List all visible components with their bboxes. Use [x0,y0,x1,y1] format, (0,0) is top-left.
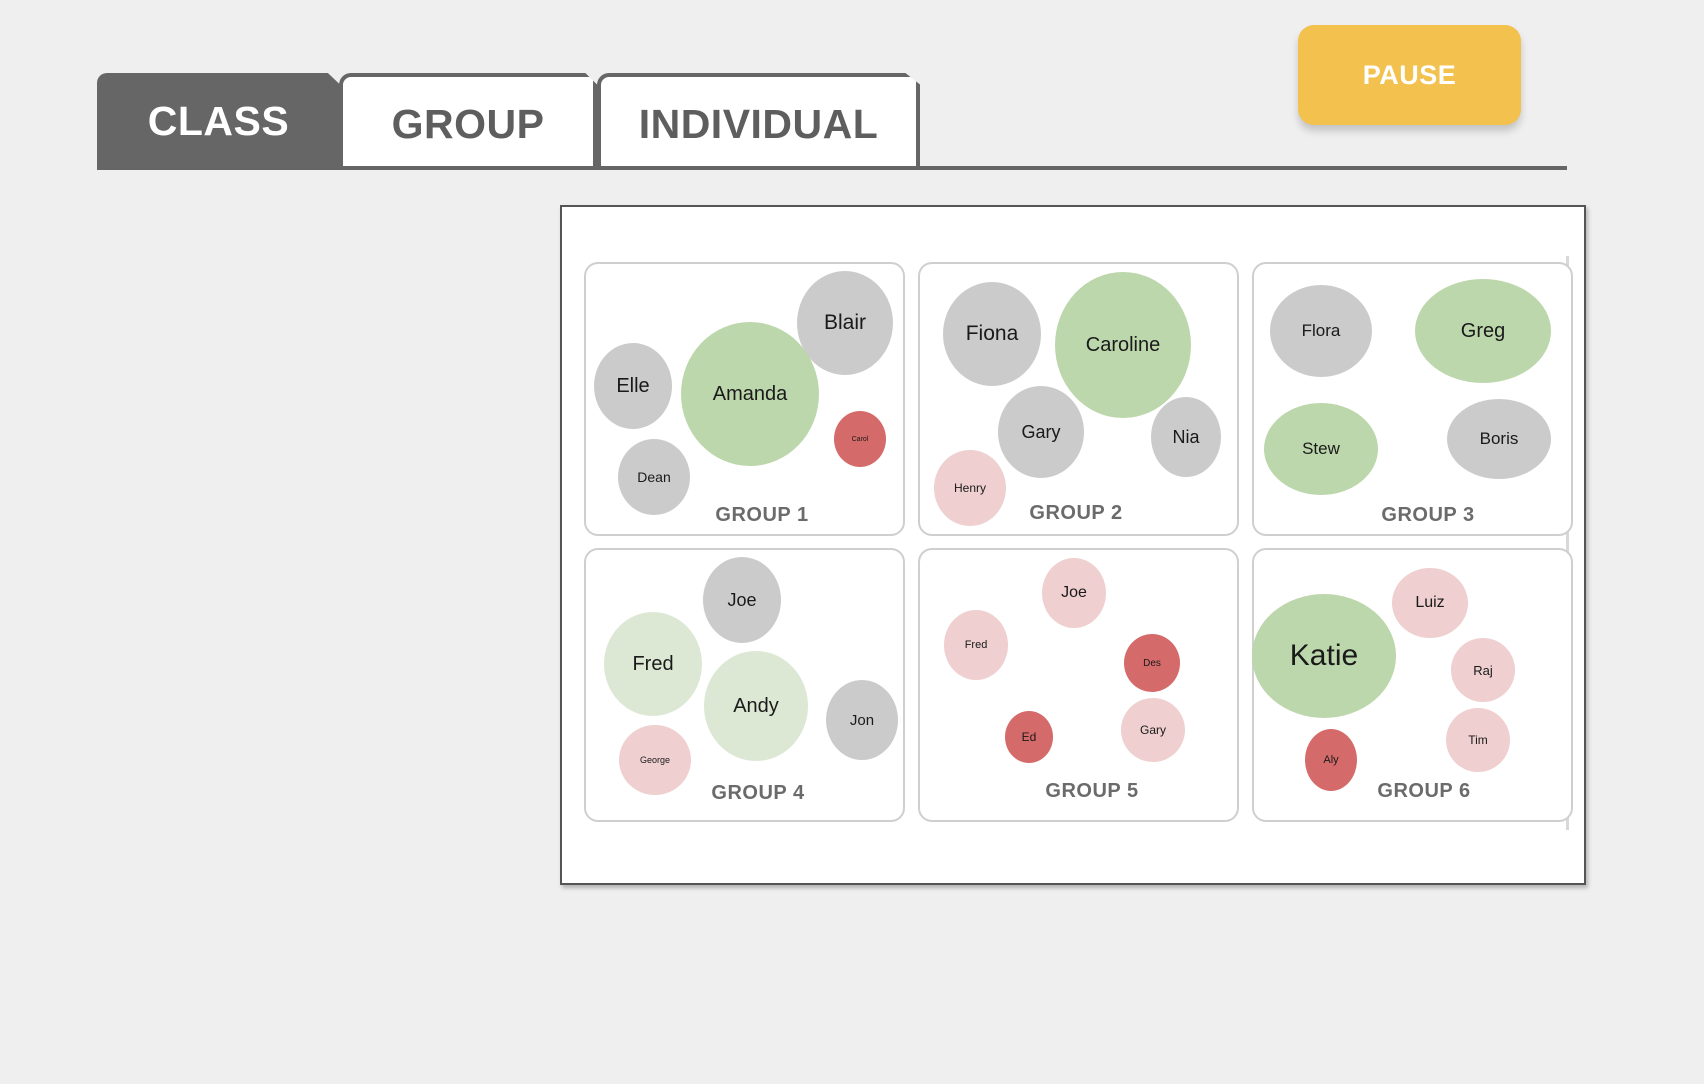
student-bubble[interactable]: Raj [1451,638,1515,702]
student-bubble[interactable]: Joe [703,557,781,643]
student-bubble[interactable]: Fred [944,610,1008,680]
group-label: GROUP 6 [1377,780,1471,802]
group-card[interactable]: Blair Elle Amanda Carol Dean GROUP 1 [584,262,905,536]
student-bubble[interactable]: Amanda [681,322,819,466]
group-card[interactable]: Luiz Katie Raj Tim Aly GROUP 6 [1252,548,1573,822]
student-bubble[interactable]: Blair [797,271,893,375]
student-bubble[interactable]: Gary [998,386,1084,478]
group-card[interactable]: Fiona Caroline Gary Nia Henry GROUP 2 [918,262,1239,536]
student-bubble[interactable]: Henry [934,450,1006,526]
student-bubble[interactable]: Greg [1415,279,1551,383]
student-bubble[interactable]: Des [1124,634,1180,692]
student-bubble[interactable]: Caroline [1055,272,1191,418]
student-bubble[interactable]: Andy [704,651,808,761]
group-card[interactable]: Flora Greg Stew Boris GROUP 3 [1252,262,1573,536]
student-bubble[interactable]: Nia [1151,397,1221,477]
student-bubble[interactable]: Luiz [1392,568,1468,638]
group-label: GROUP 3 [1381,504,1475,526]
student-bubble[interactable]: Stew [1264,403,1378,495]
student-bubble[interactable]: Ed [1005,711,1053,763]
group-label: GROUP 2 [1029,502,1123,524]
student-bubble[interactable]: George [619,725,691,795]
student-bubble[interactable]: Boris [1447,399,1551,479]
student-bubble[interactable]: Fiona [943,282,1041,386]
student-bubble[interactable]: Elle [594,343,672,429]
pause-button[interactable]: PAUSE [1298,25,1521,125]
student-bubble[interactable]: Joe [1042,558,1106,628]
student-bubble[interactable]: Dean [618,439,690,515]
student-bubble[interactable]: Katie [1252,594,1396,718]
tab-class[interactable]: CLASS [97,73,340,169]
student-bubble[interactable]: Tim [1446,708,1510,772]
student-bubble[interactable]: Fred [604,612,702,716]
tab-group[interactable]: GROUP [339,73,597,169]
group-card[interactable]: Joe Fred Andy Jon George GROUP 4 [584,548,905,822]
group-label: GROUP 4 [711,782,805,804]
student-bubble[interactable]: Jon [826,680,898,760]
group-label: GROUP 5 [1045,780,1139,802]
student-bubble[interactable]: Gary [1121,698,1185,762]
student-bubble[interactable]: Carol [834,411,886,467]
group-card[interactable]: Joe Fred Des Ed Gary GROUP 5 [918,548,1239,822]
group-label: GROUP 1 [715,504,809,526]
tab-individual[interactable]: INDIVIDUAL [597,73,920,169]
app-screen: CLASS GROUP INDIVIDUAL PAUSE Blair Elle Am… [0,0,1704,1084]
tab-underline-divider [97,166,1567,170]
student-bubble[interactable]: Flora [1270,285,1372,377]
student-bubble[interactable]: Aly [1305,729,1357,791]
